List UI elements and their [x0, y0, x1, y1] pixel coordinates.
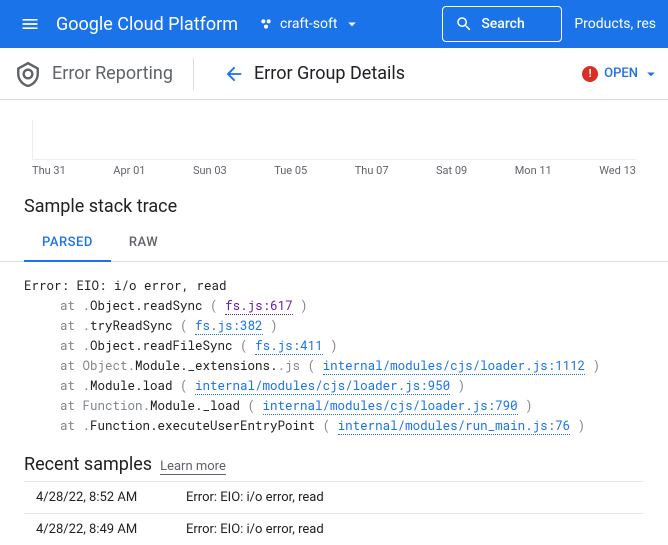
sample-message: Error: EIO: i/o error, read [186, 522, 324, 537]
arrow-left-icon [223, 63, 245, 85]
product-name[interactable]: Error Reporting [52, 63, 173, 84]
source-link[interactable]: fs.js:617 [225, 298, 293, 315]
menu-icon [20, 14, 40, 34]
project-name: craft-soft [280, 16, 337, 32]
sample-timestamp: 4/28/22, 8:49 AM [36, 522, 186, 537]
error-reporting-icon [8, 61, 48, 87]
learn-more-link[interactable]: Learn more [160, 459, 226, 475]
tab-parsed[interactable]: PARSED [24, 225, 111, 262]
chart-tick: Thu 31 [32, 164, 66, 177]
search-icon [455, 15, 473, 33]
sample-row[interactable]: 4/28/22, 8:49 AMError: EIO: i/o error, r… [24, 513, 644, 545]
chart-tick: Mon 11 [515, 164, 552, 177]
chart-tick: Thu 07 [355, 164, 389, 177]
occurrences-chart: Thu 31 Apr 01 Sun 03 Tue 05 Thu 07 Sat 09 Mon … [0, 100, 668, 180]
source-link[interactable]: internal/modules/run_main.js:76 [338, 418, 571, 435]
stack-trace: Error: EIO: i/o error, read at .Object.r… [0, 262, 668, 450]
top-nav-bar: Google Cloud Platform craft-soft Search … [0, 0, 668, 48]
chart-tick: Wed 13 [599, 164, 636, 177]
sample-row[interactable]: 4/28/22, 8:52 AMError: EIO: i/o error, r… [24, 481, 644, 513]
error-message: Error: EIO: i/o error, read [24, 276, 644, 296]
error-status-icon: ! [582, 66, 598, 82]
chevron-down-icon [343, 15, 361, 33]
chart-tick: Apr 01 [113, 164, 145, 177]
chevron-down-icon [642, 65, 660, 83]
status-label: OPEN [604, 66, 638, 81]
sub-nav-bar: Error Reporting Error Group Details ! OP… [0, 48, 668, 100]
source-link[interactable]: internal/modules/cjs/loader.js:790 [263, 398, 518, 415]
source-link[interactable]: fs.js:382 [195, 318, 263, 335]
stack-frame: at .Function.executeUserEntryPoint ( int… [24, 416, 644, 436]
sample-message: Error: EIO: i/o error, read [186, 490, 324, 505]
stack-trace-heading: Sample stack trace [0, 180, 668, 225]
chart-x-axis: Thu 31 Apr 01 Sun 03 Tue 05 Thu 07 Sat 09 Mon … [24, 160, 644, 177]
source-link[interactable]: fs.js:411 [255, 338, 323, 355]
source-link[interactable]: internal/modules/cjs/loader.js:950 [195, 378, 450, 395]
tab-raw[interactable]: RAW [111, 225, 176, 261]
chart-tick: Sun 03 [193, 164, 227, 177]
chart-plot-area [32, 120, 636, 160]
sample-timestamp: 4/28/22, 8:52 AM [36, 490, 186, 505]
recent-samples-list: 4/28/22, 8:52 AMError: EIO: i/o error, r… [0, 481, 668, 545]
stack-trace-tabs: PARSED RAW [0, 225, 668, 262]
project-selector[interactable]: craft-soft [258, 15, 361, 33]
stack-frame: at .tryReadSync ( fs.js:382 ) [24, 316, 644, 336]
status-dropdown[interactable]: ! OPEN [582, 65, 660, 83]
search-label: Search [481, 16, 524, 32]
recent-samples-heading: Recent samples [24, 454, 152, 475]
page-title: Error Group Details [254, 63, 405, 84]
products-link[interactable]: Products, res [574, 16, 656, 32]
stack-frame: at .Object.readFileSync ( fs.js:411 ) [24, 336, 644, 356]
source-link[interactable]: internal/modules/cjs/loader.js:1112 [323, 358, 586, 375]
stack-frame: at .Object.readSync ( fs.js:617 ) [24, 296, 644, 316]
project-icon [258, 16, 274, 32]
recent-samples-header: Recent samples Learn more [0, 450, 668, 481]
gcp-logo[interactable]: Google Cloud Platform [56, 14, 238, 35]
stack-frame: at .Module.load ( internal/modules/cjs/l… [24, 376, 644, 396]
hamburger-menu-button[interactable] [12, 6, 48, 42]
divider [193, 58, 194, 90]
chart-tick: Tue 05 [274, 164, 307, 177]
stack-frame: at Function.Module._load ( internal/modu… [24, 396, 644, 416]
search-box[interactable]: Search [442, 6, 562, 42]
chart-tick: Sat 09 [436, 164, 467, 177]
back-button[interactable] [214, 63, 254, 85]
stack-frame: at Object.Module._extensions..js ( inter… [24, 356, 644, 376]
